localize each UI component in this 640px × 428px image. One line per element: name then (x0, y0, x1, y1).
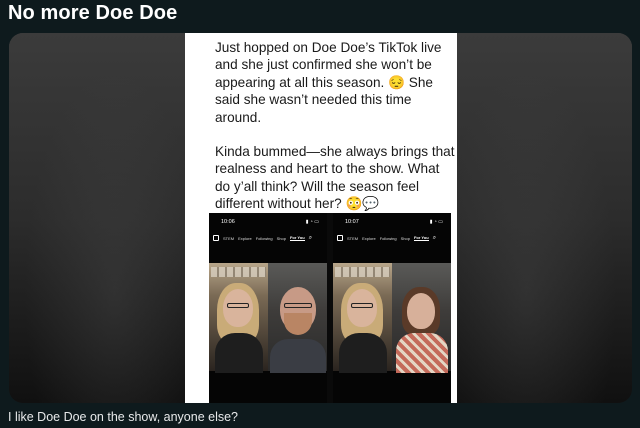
nav-for-you: For You (413, 235, 429, 241)
status-icons: ▮ ◔ ▭ (429, 219, 443, 225)
video-tile-woman-2 (392, 263, 451, 373)
person-body (339, 333, 387, 373)
nav-shop: Shop (276, 235, 286, 241)
nav-for-you: For You (289, 235, 305, 241)
image-paragraph-2: Kinda bummed—she always brings that real… (215, 144, 455, 212)
image-paragraph-1: Just hopped on Doe Doe’s TikTok live and… (215, 40, 442, 125)
post-title: No more Doe Doe (8, 2, 178, 24)
live-video-frame (333, 263, 451, 373)
live-icon (213, 235, 219, 241)
glasses (227, 303, 249, 308)
nav-following: Following (379, 235, 397, 241)
background-shelf (335, 267, 390, 277)
video-tile-man (268, 263, 327, 373)
nav-stem: STEM (223, 235, 235, 241)
status-time: 10:06 (221, 219, 235, 225)
nav-shop: Shop (400, 235, 410, 241)
live-icon (337, 235, 343, 241)
post-image[interactable]: Just hopped on Doe Doe’s TikTok live and… (185, 33, 457, 403)
nav-stem: STEM (347, 235, 359, 241)
status-icons: ▮ ◔ ▭ (305, 219, 319, 225)
post-media[interactable]: Just hopped on Doe Doe’s TikTok live and… (9, 33, 632, 403)
tiktok-top-nav: STEM Explore Following Shop For You ⌕ (333, 233, 451, 243)
person-face (347, 289, 377, 327)
search-icon: ⌕ (308, 234, 313, 241)
beard (284, 313, 312, 335)
background-shelf (211, 267, 266, 277)
media-blur-left (9, 33, 185, 403)
video-tile-woman (333, 263, 392, 373)
tiktok-top-nav: STEM Explore Following Shop For You ⌕ (209, 233, 327, 243)
glasses (351, 303, 373, 308)
nav-explore: Explore (238, 235, 252, 241)
media-blur-right (456, 33, 632, 403)
nav-following: Following (255, 235, 273, 241)
post-caption: I like Doe Doe on the show, anyone else? (8, 410, 239, 424)
status-time: 10:07 (345, 219, 359, 225)
live-video-frame (209, 263, 327, 373)
phone-screenshot-2: 10:07 ▮ ◔ ▭ STEM Explore Following Shop … (333, 213, 451, 403)
person-body (215, 333, 263, 373)
person-body (270, 339, 326, 373)
person-face (223, 289, 253, 327)
tiktok-screenshots: 10:06 ▮ ◔ ▭ STEM Explore Following Shop … (209, 213, 451, 403)
search-icon: ⌕ (432, 234, 437, 241)
phone-screenshot-1: 10:06 ▮ ◔ ▭ STEM Explore Following Shop … (209, 213, 327, 403)
video-tile-woman (209, 263, 268, 373)
nav-explore: Explore (362, 235, 376, 241)
person-face (407, 293, 435, 329)
person-body (396, 333, 448, 373)
glasses (284, 303, 312, 308)
image-text-block: Just hopped on Doe Doe’s TikTok live and… (215, 39, 455, 230)
